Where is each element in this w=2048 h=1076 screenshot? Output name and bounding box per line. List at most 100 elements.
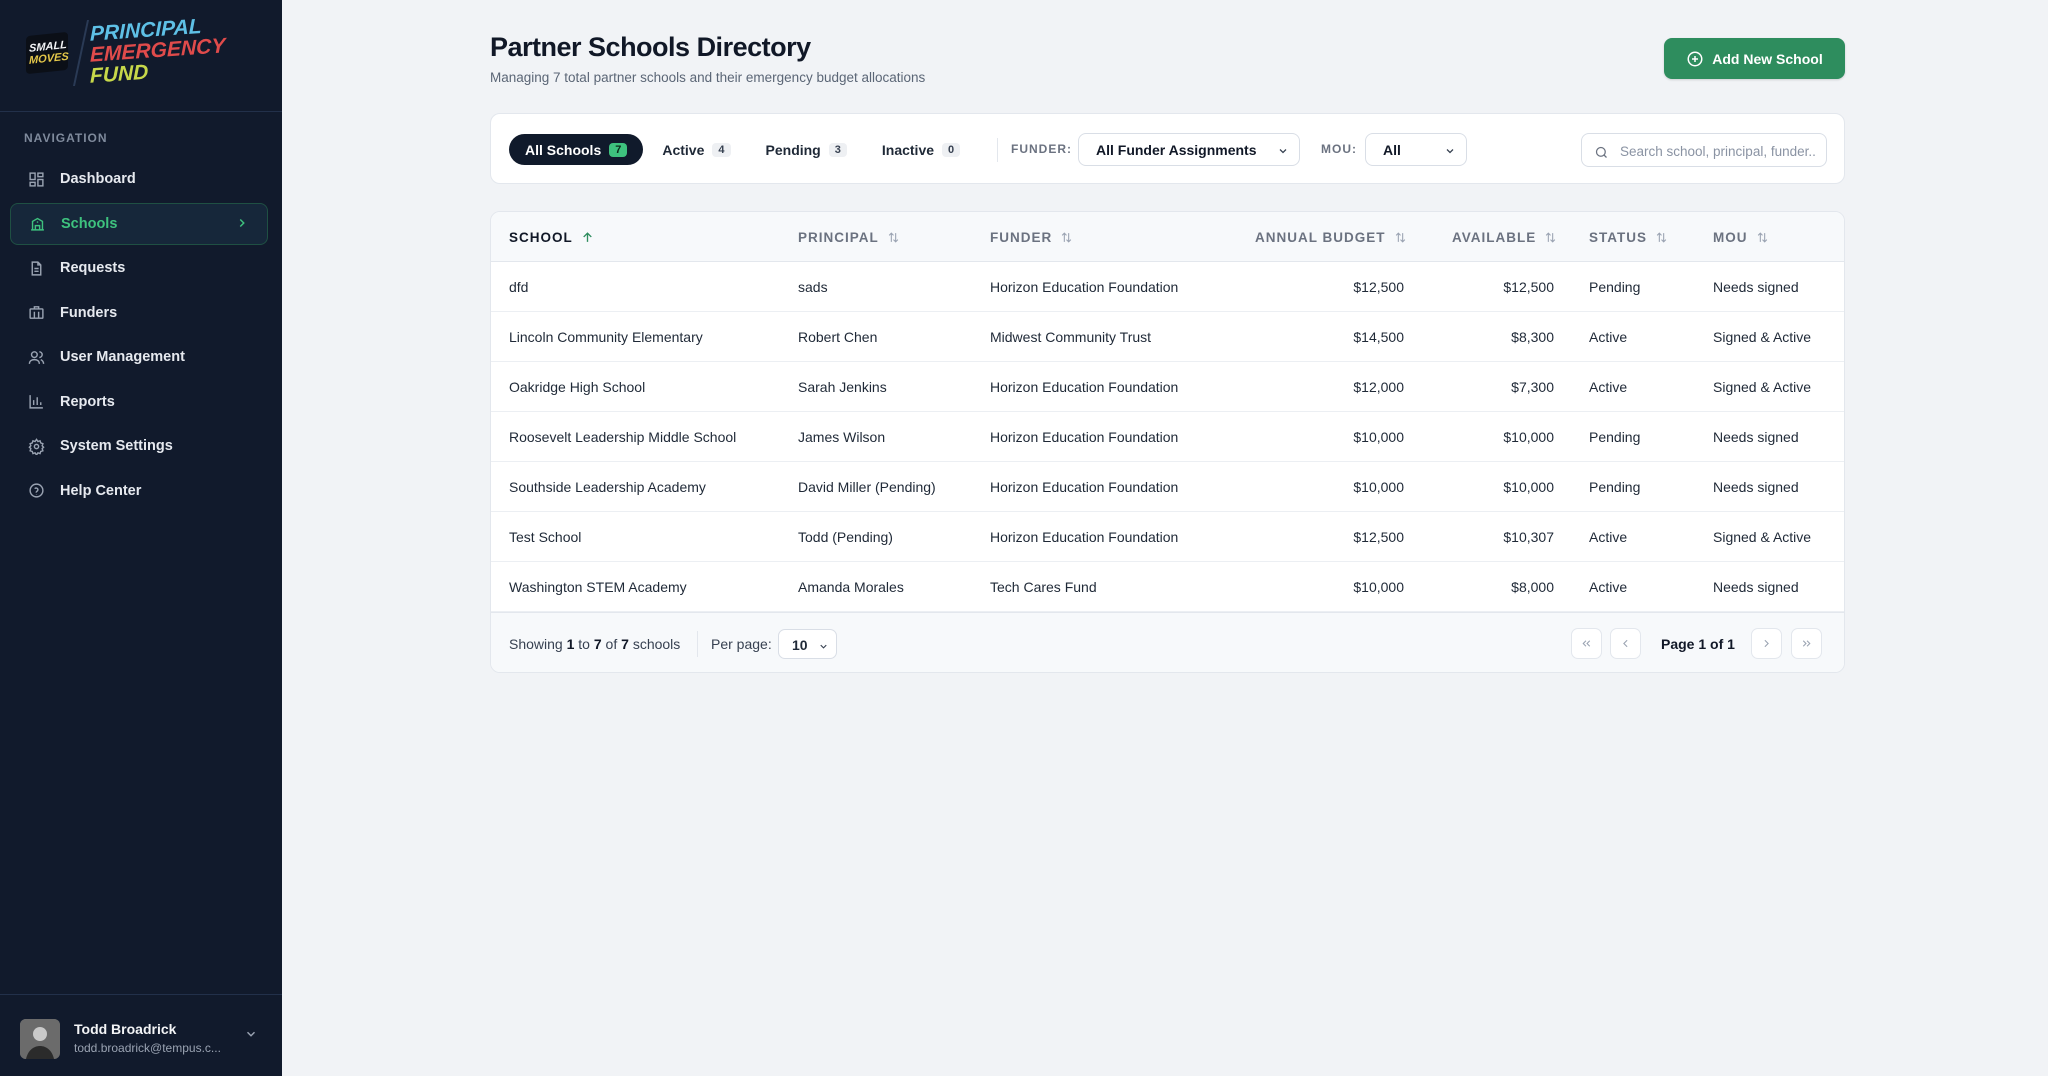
cell-budget: $12,000 bbox=[1353, 379, 1404, 395]
fund-logo-text: PRINCIPAL EMERGENCY FUND bbox=[90, 14, 226, 88]
double-chevron-left-icon bbox=[1580, 637, 1593, 650]
tab-pending[interactable]: Pending 3 bbox=[750, 134, 863, 165]
column-header-annual-budget[interactable]: ANNUAL BUDGET bbox=[1255, 230, 1407, 245]
document-icon bbox=[26, 258, 46, 278]
column-header-principal[interactable]: PRINCIPAL bbox=[798, 230, 900, 245]
sidebar-nav: Dashboard Schools Requests Funders User … bbox=[10, 158, 268, 514]
mou-select[interactable]: All bbox=[1365, 133, 1467, 166]
previous-page-button[interactable] bbox=[1610, 628, 1641, 659]
cell-principal: Robert Chen bbox=[798, 329, 878, 345]
cell-principal: Sarah Jenkins bbox=[798, 379, 887, 395]
cell-status: Pending bbox=[1589, 429, 1641, 445]
cell-status: Active bbox=[1589, 529, 1628, 545]
page-indicator: Page 1 of 1 bbox=[1661, 636, 1735, 652]
cell-school: Washington STEM Academy bbox=[509, 579, 687, 595]
chevron-down-icon[interactable] bbox=[244, 1027, 258, 1046]
sidebar-item-label: System Settings bbox=[60, 438, 173, 454]
search-icon bbox=[1594, 145, 1609, 165]
user-menu[interactable]: Todd Broadrick todd.broadrick@tempus.c..… bbox=[0, 994, 282, 1076]
cell-school: Oakridge High School bbox=[509, 379, 646, 395]
tab-inactive[interactable]: Inactive 0 bbox=[866, 134, 976, 165]
gear-icon bbox=[26, 436, 46, 456]
brand-logo[interactable]: SMALL MOVES PRINCIPAL EMERGENCY FUND bbox=[0, 0, 282, 112]
sidebar-item-funders[interactable]: Funders bbox=[10, 292, 268, 334]
cell-school: Southside Leadership Academy bbox=[509, 479, 706, 495]
users-icon bbox=[26, 347, 46, 367]
filter-bar: All Schools 7 Active 4 Pending 3 Inactiv… bbox=[490, 113, 1845, 184]
column-header-status[interactable]: STATUS bbox=[1589, 230, 1668, 245]
cell-mou: Needs signed bbox=[1713, 429, 1799, 445]
sidebar-item-requests[interactable]: Requests bbox=[10, 247, 268, 289]
table-row[interactable]: Lincoln Community Elementary Robert Chen M… bbox=[491, 312, 1844, 362]
table-footer: Showing 1 to 7 of 7 schools Per page: 10 bbox=[491, 612, 1844, 672]
cell-budget: $12,500 bbox=[1353, 529, 1404, 545]
table-row[interactable]: Test School Todd (Pending) Horizon Educati… bbox=[491, 512, 1844, 562]
cell-mou: Needs signed bbox=[1713, 479, 1799, 495]
chevron-right-icon bbox=[235, 216, 249, 234]
user-email: todd.broadrick@tempus.c... bbox=[74, 1041, 221, 1055]
table-row[interactable]: Washington STEM Academy Amanda Morales Tec… bbox=[491, 562, 1844, 612]
sidebar-item-help-center[interactable]: Help Center bbox=[10, 470, 268, 512]
logo-divider bbox=[72, 20, 90, 86]
sort-icon bbox=[1060, 231, 1073, 244]
sidebar-item-system-settings[interactable]: System Settings bbox=[10, 425, 268, 467]
cell-status: Active bbox=[1589, 579, 1628, 595]
add-new-school-button[interactable]: Add New School bbox=[1664, 38, 1845, 79]
schools-table: SCHOOL PRINCIPAL FUNDER ANNUAL BUDGET AV… bbox=[490, 211, 1845, 673]
table-row[interactable]: Oakridge High School Sarah Jenkins Horizon… bbox=[491, 362, 1844, 412]
search-input[interactable] bbox=[1620, 141, 1816, 161]
next-page-button[interactable] bbox=[1751, 628, 1782, 659]
double-chevron-right-icon bbox=[1800, 637, 1813, 650]
table-row[interactable]: dfd sads Horizon Education Foundation $12,5… bbox=[491, 262, 1844, 312]
cell-budget: $10,000 bbox=[1353, 479, 1404, 495]
cell-mou: Needs signed bbox=[1713, 279, 1799, 295]
cell-principal: sads bbox=[798, 279, 828, 295]
last-page-button[interactable] bbox=[1791, 628, 1822, 659]
chevron-down-icon bbox=[818, 639, 829, 655]
tab-count-badge: 0 bbox=[942, 142, 961, 157]
sidebar-item-dashboard[interactable]: Dashboard bbox=[10, 158, 268, 200]
first-page-button[interactable] bbox=[1571, 628, 1602, 659]
cell-school: Test School bbox=[509, 529, 582, 545]
cell-principal: Todd (Pending) bbox=[798, 529, 893, 545]
column-header-mou[interactable]: MOU bbox=[1713, 230, 1769, 245]
sort-icon bbox=[1544, 231, 1557, 244]
sidebar-item-user-management[interactable]: User Management bbox=[10, 336, 268, 378]
cell-budget: $10,000 bbox=[1353, 579, 1404, 595]
sidebar-item-label: Funders bbox=[60, 304, 118, 321]
cell-school: Lincoln Community Elementary bbox=[509, 329, 703, 345]
table-body: dfd sads Horizon Education Foundation $12,5… bbox=[491, 262, 1844, 612]
chevron-down-icon bbox=[1444, 144, 1456, 160]
page-subtitle: Managing 7 total partner schools and the… bbox=[490, 70, 926, 85]
cell-principal: David Miller (Pending) bbox=[798, 479, 936, 495]
table-header: SCHOOL PRINCIPAL FUNDER ANNUAL BUDGET AV… bbox=[491, 212, 1844, 262]
cell-status: Pending bbox=[1589, 479, 1641, 495]
sort-icon bbox=[1756, 231, 1769, 244]
sidebar-item-label: Reports bbox=[60, 393, 115, 410]
tab-active[interactable]: Active 4 bbox=[646, 134, 746, 165]
column-header-funder[interactable]: FUNDER bbox=[990, 230, 1073, 245]
funder-select[interactable]: All Funder Assignments bbox=[1078, 133, 1300, 166]
nav-heading: NAVIGATION bbox=[24, 131, 108, 145]
table-row[interactable]: Southside Leadership Academy David Miller… bbox=[491, 462, 1844, 512]
table-row[interactable]: Roosevelt Leadership Middle School James … bbox=[491, 412, 1844, 462]
per-page-select[interactable]: 10 bbox=[778, 629, 837, 659]
column-header-available[interactable]: AVAILABLE bbox=[1452, 230, 1557, 245]
cell-available: $12,500 bbox=[1503, 279, 1554, 295]
cell-school: Roosevelt Leadership Middle School bbox=[509, 429, 737, 445]
cell-budget: $10,000 bbox=[1353, 429, 1404, 445]
help-icon bbox=[26, 481, 46, 501]
cell-principal: Amanda Morales bbox=[798, 579, 904, 595]
tab-count-badge: 3 bbox=[828, 142, 847, 157]
cell-available: $10,000 bbox=[1503, 479, 1554, 495]
sidebar-item-label: Schools bbox=[61, 215, 118, 232]
sidebar-item-label: Requests bbox=[60, 260, 126, 276]
tab-all-schools[interactable]: All Schools 7 bbox=[509, 134, 644, 165]
chevron-right-icon bbox=[1760, 637, 1773, 650]
sidebar-item-schools[interactable]: Schools bbox=[10, 202, 268, 245]
sidebar-item-reports[interactable]: Reports bbox=[10, 381, 268, 423]
column-header-school[interactable]: SCHOOL bbox=[509, 230, 594, 245]
cell-funder: Horizon Education Foundation bbox=[990, 379, 1179, 395]
avatar bbox=[20, 1019, 60, 1059]
cell-mou: Signed & Active bbox=[1713, 379, 1812, 395]
